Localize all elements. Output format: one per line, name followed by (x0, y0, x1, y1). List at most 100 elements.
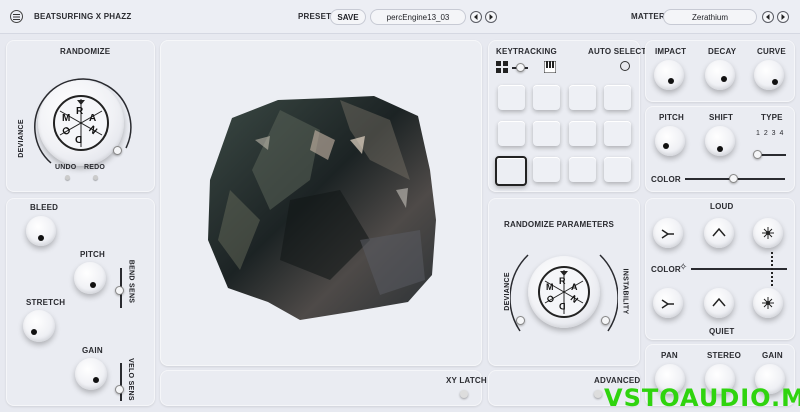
shift-knob[interactable] (705, 126, 735, 156)
rock-matter-render (208, 96, 436, 320)
knob-indicator (93, 377, 99, 383)
key-pad[interactable] (569, 121, 596, 146)
keytracking-mode-thumb[interactable] (516, 63, 525, 72)
bandpass-icon (712, 227, 726, 237)
lowpass-icon (661, 299, 674, 309)
wheel-letter-d: D (559, 301, 566, 311)
key-pad[interactable] (498, 85, 525, 110)
curve-knob[interactable] (754, 60, 784, 90)
randomize-parameters-panel: RANDOMIZE PARAMETERS DEVIANCE INSTABILIT… (488, 198, 640, 366)
color-thumb[interactable] (729, 174, 738, 183)
save-button[interactable]: SAVE (330, 9, 366, 25)
randomize-parameters-title: RANDOMIZE PARAMETERS (504, 220, 615, 229)
key-pad[interactable] (533, 85, 560, 110)
menu-icon[interactable] (10, 10, 23, 23)
pitch-knob[interactable] (74, 262, 106, 294)
loud-label: LOUD (710, 202, 734, 211)
deviance-thumb[interactable] (113, 146, 122, 155)
undo-button[interactable]: UNDO (55, 164, 76, 171)
preset-prev-button[interactable] (470, 11, 482, 23)
key-pad[interactable] (604, 121, 631, 146)
key-pad[interactable] (533, 121, 560, 146)
knob-indicator (772, 79, 778, 85)
stretch-knob[interactable] (23, 310, 55, 342)
keytracking-panel: KEYTRACKING AUTO SELECT (488, 40, 646, 192)
key-pad[interactable] (569, 85, 596, 110)
undo-indicator (65, 175, 70, 180)
quiet-high-knob[interactable] (753, 288, 783, 318)
bend-sens-label: BEND SENS (127, 259, 135, 304)
type-options: 1 2 3 4 (756, 130, 785, 137)
keytracking-title: KEYTRACKING (496, 47, 557, 56)
loud-high-knob[interactable] (753, 218, 783, 248)
randomize-parameters-button[interactable]: R A N D O M (538, 266, 590, 318)
app-title: BEATSURFING X PHAZZ (34, 12, 132, 21)
auto-select-label: AUTO SELECT (588, 47, 647, 56)
pan-label: PAN (661, 351, 678, 360)
color-dotted-link (771, 252, 773, 286)
key-pad-selected[interactable] (495, 156, 527, 186)
key-pad[interactable] (533, 157, 560, 182)
keyboard-icon[interactable] (544, 61, 556, 73)
knob-indicator (31, 329, 37, 335)
quiet-mid-knob[interactable] (704, 288, 734, 318)
plugin-window: BEATSURFING X PHAZZ PRESET SAVE percEngi… (0, 0, 800, 412)
impact-knob[interactable] (654, 60, 684, 90)
preset-next-button[interactable] (485, 11, 497, 23)
velo-sens-thumb[interactable] (115, 385, 124, 394)
knob-indicator (663, 143, 669, 149)
stretch-label: STRETCH (26, 298, 66, 307)
auto-select-toggle[interactable] (620, 61, 630, 71)
tone-panel: PITCH SHIFT TYPE 1 2 3 4 COLOR (645, 106, 795, 192)
key-pad[interactable] (569, 157, 596, 182)
color-sun-icon: ✧ (679, 262, 688, 273)
bleed-label: BLEED (30, 203, 59, 212)
advanced-toggle[interactable] (594, 390, 602, 398)
shift-label: SHIFT (709, 113, 734, 122)
key-pad[interactable] (604, 157, 631, 182)
preset-name-field[interactable]: percEngine13_03 (370, 9, 466, 25)
spread-icon (762, 227, 774, 239)
xy-latch-toggle[interactable] (460, 390, 468, 398)
gain-knob[interactable] (75, 358, 107, 390)
pitch-knob[interactable] (655, 126, 685, 156)
knob-indicator (717, 146, 723, 152)
envelope-panel: IMPACT DECAY CURVE (645, 40, 795, 102)
matter-name-field[interactable]: Zerathium (663, 9, 757, 25)
next-arrow-icon (781, 14, 785, 20)
knob-indicator (668, 78, 674, 84)
instability-thumb[interactable] (601, 316, 610, 325)
knob-indicator (721, 76, 727, 82)
deviance-thumb[interactable] (516, 316, 525, 325)
gain-label: GAIN (762, 351, 783, 360)
deviance-label: DEVIANCE (17, 119, 25, 158)
randomize-button[interactable]: R A N D O M (53, 95, 109, 151)
loud-low-knob[interactable] (653, 218, 683, 248)
key-pad[interactable] (498, 121, 525, 146)
key-pad[interactable] (604, 85, 631, 110)
header-bar: BEATSURFING X PHAZZ PRESET SAVE percEngi… (0, 0, 800, 34)
bleed-knob[interactable] (26, 216, 56, 246)
redo-button[interactable]: REDO (84, 164, 105, 171)
wheel-letter-a: A (89, 113, 97, 124)
type-thumb[interactable] (753, 150, 762, 159)
wheel-letter-m: M (62, 113, 71, 124)
bend-sens-thumb[interactable] (115, 286, 124, 295)
wheel-letter-d: D (75, 133, 83, 144)
quiet-low-knob[interactable] (653, 288, 683, 318)
pitch-label: PITCH (80, 250, 105, 259)
preset-label: PRESET (298, 12, 332, 21)
decay-knob[interactable] (705, 60, 735, 90)
matter-next-button[interactable] (777, 11, 789, 23)
matter-prev-button[interactable] (762, 11, 774, 23)
color-label: COLOR (651, 265, 681, 274)
prev-arrow-icon (766, 14, 770, 20)
watermark-logo: VSTOAUDIO.ME (604, 384, 800, 412)
velo-sens-label: VELO SENS (126, 358, 134, 401)
type-label: TYPE (761, 113, 783, 122)
grid-icon[interactable] (496, 61, 508, 73)
velo-sens-slider[interactable] (120, 363, 122, 401)
xy-pad-view[interactable] (160, 40, 482, 366)
curve-label: CURVE (757, 47, 786, 56)
loud-mid-knob[interactable] (704, 218, 734, 248)
